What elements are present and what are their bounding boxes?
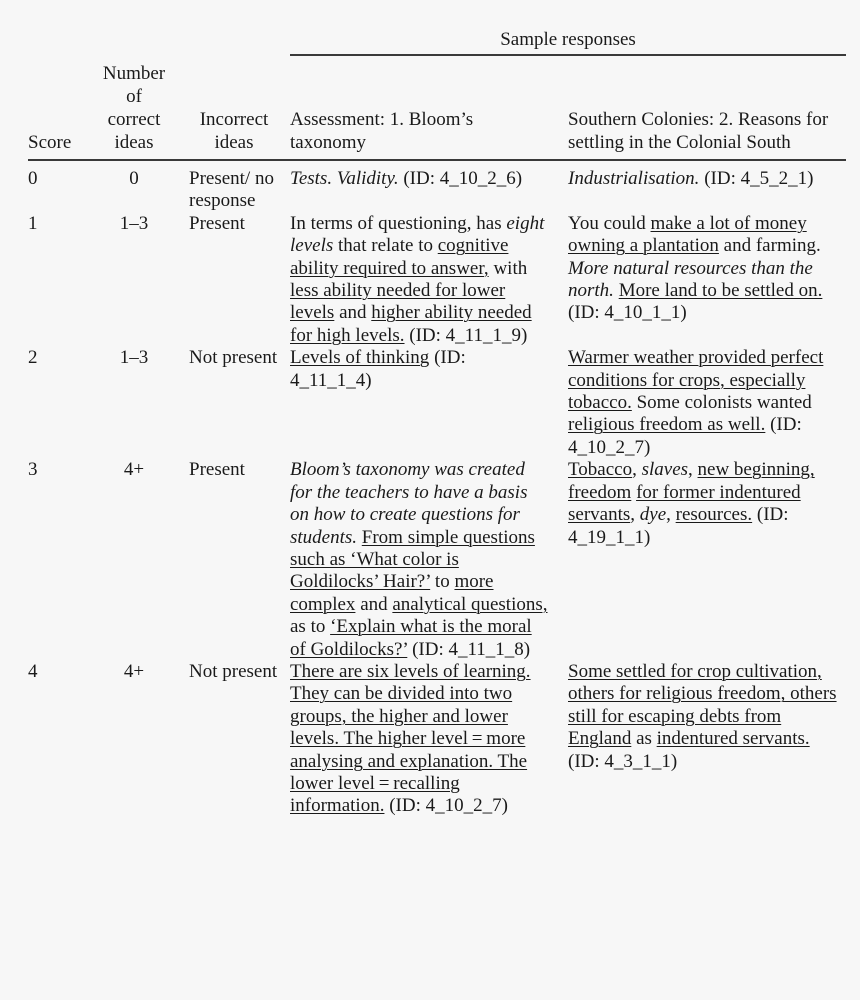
spanner-header-row: Sample responses	[28, 28, 846, 54]
column-header-score: Score	[28, 132, 72, 153]
text-run-plain: (ID: 4_11_1_9)	[404, 324, 528, 346]
cell-incorrect-ideas: Not present	[189, 660, 278, 682]
text-run-underline: new beginning,	[697, 459, 815, 481]
text-run-italic: dye	[639, 504, 667, 526]
table-row: 0 0 Present/ no response Tests. Validity…	[28, 168, 846, 213]
text-run-plain: Some colonists wanted	[631, 392, 812, 414]
text-run-plain: and	[355, 593, 393, 615]
cell-southern-response: Some settled for crop cultivation, other…	[568, 661, 846, 773]
text-run-plain: (ID: 4_11_1_8)	[407, 638, 531, 660]
text-run-italic: Industrialisation.	[568, 168, 700, 189]
cell-score: 4	[28, 660, 38, 682]
column-header-incorrect-line-2: ideas	[214, 132, 254, 153]
cell-assessment-response: Tests. Validity. (ID: 4_10_2_6)	[290, 168, 568, 190]
text-run-plain: (ID: 4_3_1_1)	[568, 750, 678, 772]
cell-correct-ideas: 0	[129, 168, 139, 189]
column-header-correct-line-1: Number	[102, 63, 166, 84]
text-run-plain: and	[334, 302, 372, 324]
cell-incorrect-ideas: Not present	[189, 347, 278, 369]
text-run-italic: Tests. Validity.	[290, 168, 399, 189]
cell-score: 1	[28, 212, 38, 234]
cell-southern-response: Warmer weather provided perfect conditio…	[568, 347, 846, 459]
text-run-plain: as	[631, 728, 657, 750]
cell-incorrect-ideas: Present	[189, 459, 245, 481]
column-header-incorrect-line-1: Incorrect	[199, 109, 269, 130]
text-run-plain: (ID: 4_10_2_6)	[398, 168, 523, 189]
column-header-assessment: Assessment: 1. Bloom’s taxonomy	[290, 109, 474, 153]
text-run-plain: (ID: 4_10_1_1)	[568, 302, 687, 324]
text-run-underline: religious freedom as well.	[568, 414, 766, 436]
cell-correct-ideas: 1–3	[119, 212, 149, 234]
cell-correct-ideas: 1–3	[119, 347, 149, 369]
text-run-plain: with	[488, 257, 528, 279]
cell-correct-ideas: 4+	[123, 660, 145, 682]
text-run-underline: Tobacco	[568, 459, 633, 481]
cell-score: 2	[28, 347, 38, 369]
cell-assessment-response: Levels of thinking (ID: 4_11_1_4)	[290, 347, 568, 392]
cell-assessment-response: Bloom’s taxonomy was created for the tea…	[290, 459, 568, 661]
text-run-plain: ,	[632, 459, 642, 481]
cell-score: 0	[28, 168, 38, 189]
text-run-underline: There are six levels of learning. They c…	[290, 660, 531, 817]
cell-assessment-response: There are six levels of learning. They c…	[290, 661, 568, 818]
text-run-plain: (ID: 4_10_2_7)	[384, 795, 508, 817]
text-run-plain: ,	[666, 504, 676, 526]
text-run-plain: that relate to	[333, 235, 438, 257]
column-header-southern-colonies: Southern Colonies: 2. Reasons for settli…	[568, 109, 829, 153]
column-header-correct-line-4: ideas	[114, 132, 154, 153]
text-run-underline: More land to be settled on.	[618, 280, 823, 302]
cell-incorrect-ideas: Present/ no response	[189, 168, 274, 212]
text-run-plain: ,	[630, 504, 640, 526]
cell-southern-response: You could make a lot of money owning a p…	[568, 213, 846, 325]
text-run-plain: (ID: 4_5_2_1)	[699, 168, 814, 189]
scoring-rubric-table: Sample responses Score Number of correct…	[28, 28, 846, 818]
spanner-label-sample-responses: Sample responses	[500, 29, 636, 50]
column-header-correct-line-3: correct	[107, 109, 161, 130]
text-run-underline: resources.	[675, 504, 753, 526]
text-run-underline: freedom	[568, 481, 632, 503]
text-run-plain: and farming.	[718, 235, 821, 257]
text-run-plain: In terms of questioning, has	[290, 212, 507, 234]
text-run-underline: indentured servants.	[656, 728, 810, 750]
table-row: 1 1–3 Present In terms of questioning, h…	[28, 213, 846, 347]
cell-incorrect-ideas: Present	[189, 212, 245, 234]
text-run-plain: You could	[568, 212, 651, 234]
text-run-plain: as to	[290, 616, 331, 638]
table-body: 0 0 Present/ no response Tests. Validity…	[28, 161, 846, 818]
table-row: 3 4+ Present Bloom’s taxonomy was create…	[28, 459, 846, 661]
cell-score: 3	[28, 459, 38, 481]
text-run-underline: Levels of thinking	[290, 347, 430, 369]
text-run-plain: to	[430, 571, 455, 593]
column-header-correct-ideas: Number of correct ideas	[90, 62, 186, 154]
table-page: Sample responses Score Number of correct…	[0, 0, 860, 1000]
cell-correct-ideas: 4+	[123, 459, 145, 481]
text-run-italic: slaves	[641, 459, 689, 481]
column-header-incorrect-ideas: Incorrect ideas	[186, 108, 290, 154]
text-run-underline: analytical questions,	[392, 593, 548, 615]
cell-southern-response: Industrialisation. (ID: 4_5_2_1)	[568, 168, 846, 190]
table-row: 4 4+ Not present There are six levels of…	[28, 661, 846, 818]
table-row: 2 1–3 Not present Levels of thinking (ID…	[28, 347, 846, 459]
cell-assessment-response: In terms of questioning, has eight level…	[290, 213, 568, 347]
cell-southern-response: Tobacco, slaves, new beginning, freedom …	[568, 459, 846, 549]
column-header-correct-line-2: of	[126, 86, 142, 107]
text-run-plain: ,	[688, 459, 698, 481]
column-header-row: Score Number of correct ideas Incorrect …	[28, 56, 846, 154]
